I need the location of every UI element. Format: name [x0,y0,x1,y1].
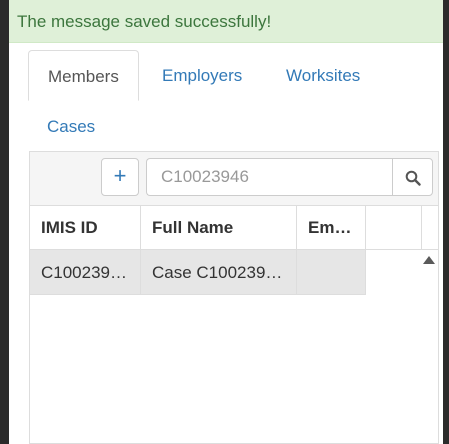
tab-members[interactable]: Members [28,50,139,101]
cell-imis-id: C100239… [30,250,141,295]
left-frame-edge [0,0,9,444]
search-icon [405,170,421,186]
search-button[interactable] [392,158,433,196]
tab-worksites[interactable]: Worksites [267,50,379,101]
column-header-imis-id[interactable]: IMIS ID [30,205,141,250]
alert-message: The message saved successfully! [17,12,272,31]
cell-full-name: Case C100239… [141,250,297,295]
scroll-up-arrow-icon[interactable] [423,256,435,264]
tab-bar: Members Employers Worksites Cases [28,50,443,150]
column-header-full-name[interactable]: Full Name [141,205,297,250]
table-header: IMIS ID Full Name Em… [30,205,438,250]
search-input[interactable] [146,158,393,196]
add-button[interactable]: + [101,158,139,196]
grid-toolbar: + [30,152,438,206]
cell-employer [297,250,366,295]
vertical-scrollbar[interactable] [421,250,438,443]
column-header-filler [366,205,422,250]
success-alert: The message saved successfully! [9,0,443,43]
right-frame-edge [443,0,449,444]
column-header-employer[interactable]: Em… [297,205,366,250]
members-grid: + IMIS ID Full Name Em… C100239… Case C1… [29,151,439,444]
tab-employers[interactable]: Employers [143,50,261,101]
header-scroll-corner [422,205,438,250]
main-panel: The message saved successfully! Members … [9,0,443,444]
tab-cases[interactable]: Cases [28,101,114,152]
